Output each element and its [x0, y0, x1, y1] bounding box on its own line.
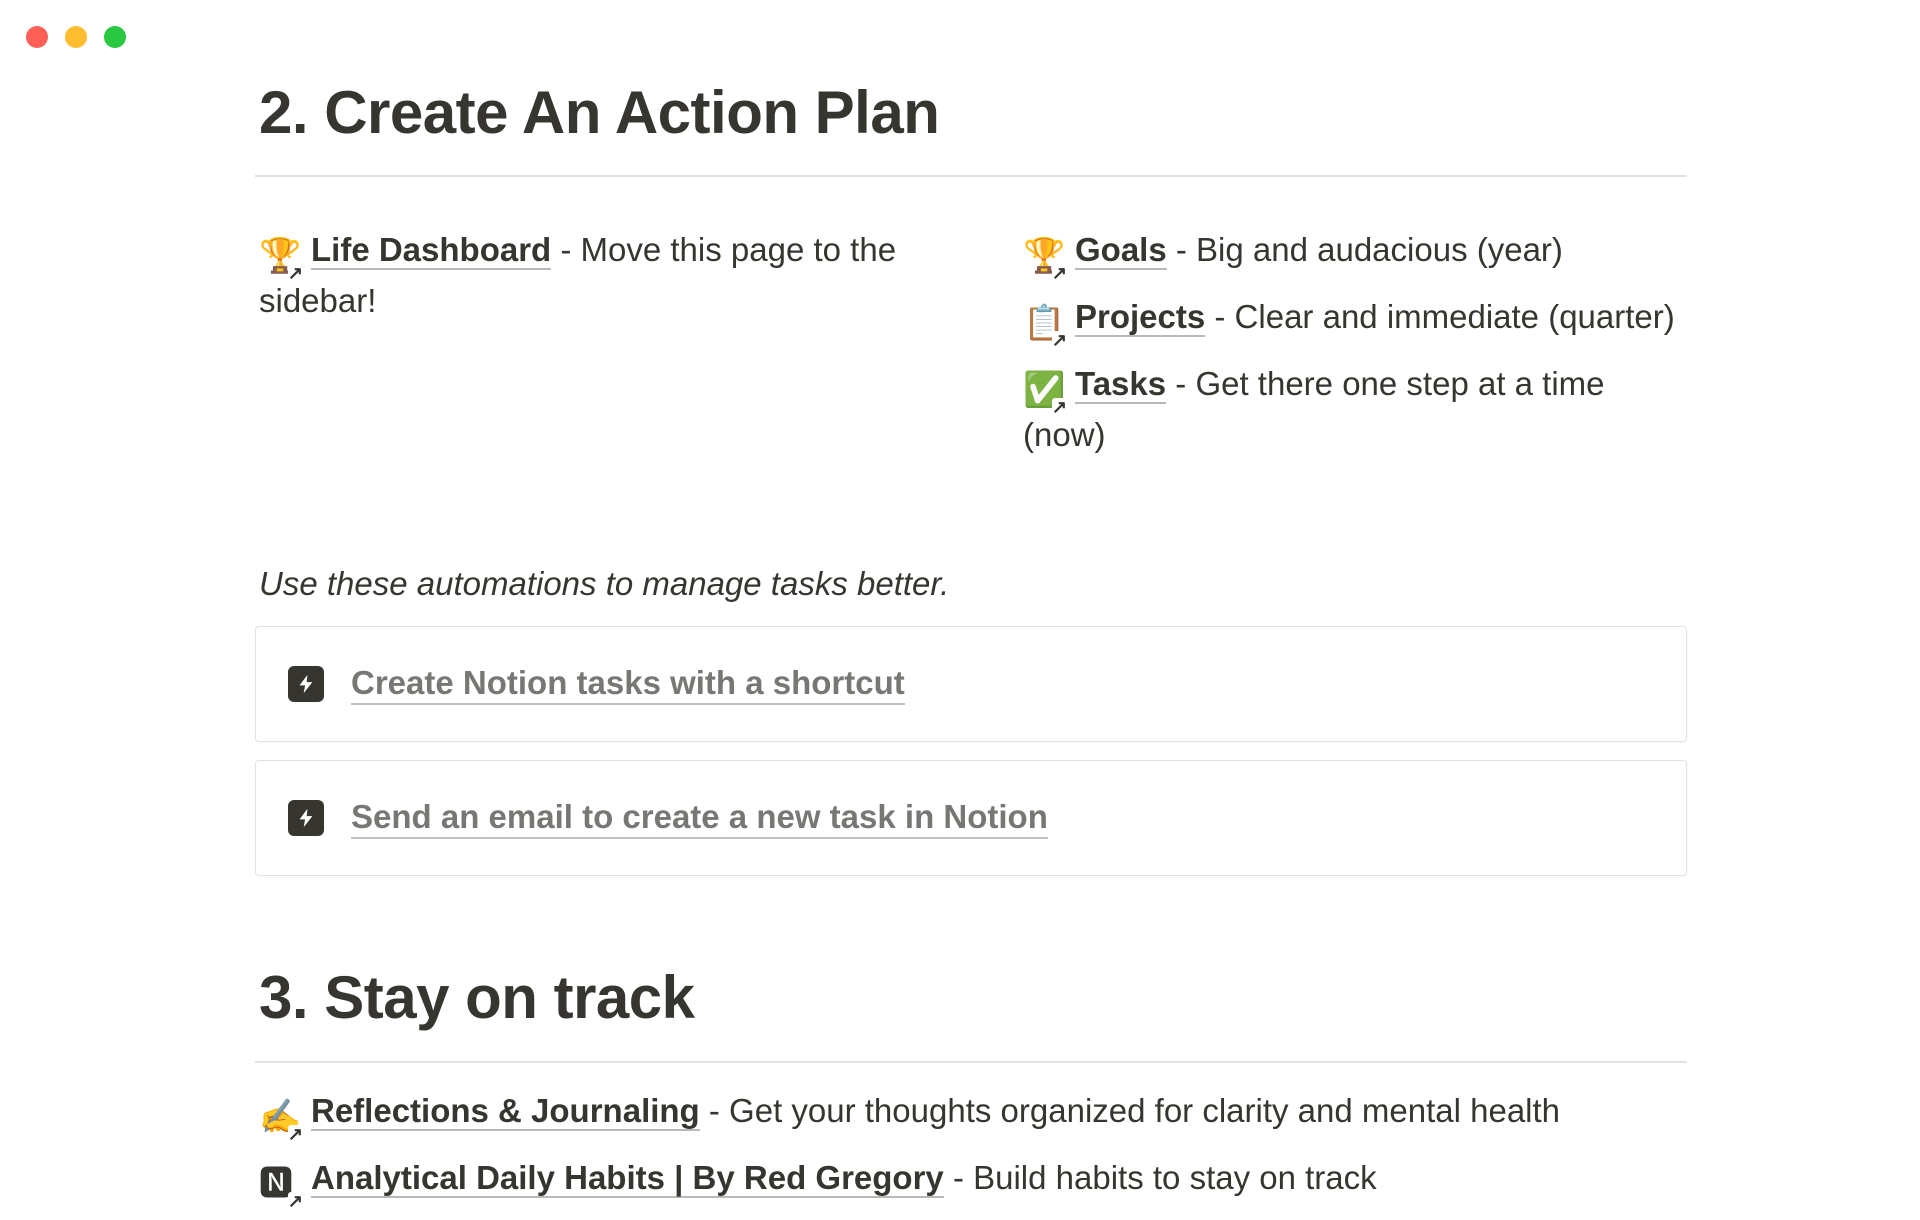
heading-stay-on-track: 3. Stay on track [259, 964, 695, 1031]
link-label[interactable]: Reflections & Journaling [311, 1092, 700, 1131]
link-description: - Clear and immediate (quarter) [1205, 298, 1675, 335]
link-description: - Build habits to stay on track [943, 1159, 1377, 1196]
link-label[interactable]: Analytical Daily Habits | By Red Gregory [311, 1159, 944, 1198]
notion-logo-icon: 🅽 ↗ [259, 1165, 303, 1211]
page-link-projects[interactable]: 📋 ↗ Projects - Clear and immediate (quarte… [1023, 292, 1687, 350]
trophy-icon: 🏆 ↗ [1023, 237, 1067, 283]
lightning-icon [288, 666, 324, 702]
check-mark-icon: ✅ ↗ [1023, 371, 1067, 417]
automation-button-label[interactable]: Send an email to create a new task in No… [351, 797, 1048, 839]
page-link-tasks[interactable]: ✅ ↗ Tasks - Get there one step at a time (… [1023, 359, 1687, 459]
minimize-window-button[interactable] [65, 26, 87, 48]
page-link-life-dashboard[interactable]: 🏆 ↗ Life Dashboard - Move this page to the… [259, 225, 939, 325]
divider [255, 1061, 1687, 1063]
lightning-icon [288, 800, 324, 836]
column-left: 🏆 ↗ Life Dashboard - Move this page to the… [259, 225, 939, 341]
heading-action-plan: 2. Create An Action Plan [259, 79, 940, 146]
clipboard-icon: 📋 ↗ [1023, 304, 1067, 350]
zoom-window-button[interactable] [104, 26, 126, 48]
writing-hand-icon: ✍️ ↗ [259, 1098, 303, 1144]
link-label[interactable]: Tasks [1075, 365, 1167, 404]
automation-button-shortcut[interactable]: Create Notion tasks with a shortcut [255, 626, 1687, 742]
page-link-daily-habits[interactable]: 🅽 ↗ Analytical Daily Habits | By Red Grego… [259, 1153, 1689, 1211]
link-description: - Get your thoughts organized for clarit… [699, 1092, 1561, 1129]
automation-button-label[interactable]: Create Notion tasks with a shortcut [351, 663, 905, 705]
automation-note: Use these automations to manage tasks be… [259, 565, 950, 602]
column-right: 🏆 ↗ Goals - Big and audacious (year) 📋 ↗ Pro… [1023, 225, 1687, 475]
link-description: - Big and audacious (year) [1166, 231, 1563, 268]
automation-button-email[interactable]: Send an email to create a new task in No… [255, 760, 1687, 876]
page-link-goals[interactable]: 🏆 ↗ Goals - Big and audacious (year) [1023, 225, 1687, 283]
window-controls [26, 26, 126, 48]
link-label[interactable]: Projects [1075, 298, 1206, 337]
divider [255, 175, 1687, 177]
link-label[interactable]: Life Dashboard [311, 231, 552, 270]
link-label[interactable]: Goals [1075, 231, 1167, 270]
page-link-reflections[interactable]: ✍️ ↗ Reflections & Journaling - Get your t… [259, 1086, 1689, 1144]
trophy-icon: 🏆 ↗ [259, 237, 303, 283]
close-window-button[interactable] [26, 26, 48, 48]
